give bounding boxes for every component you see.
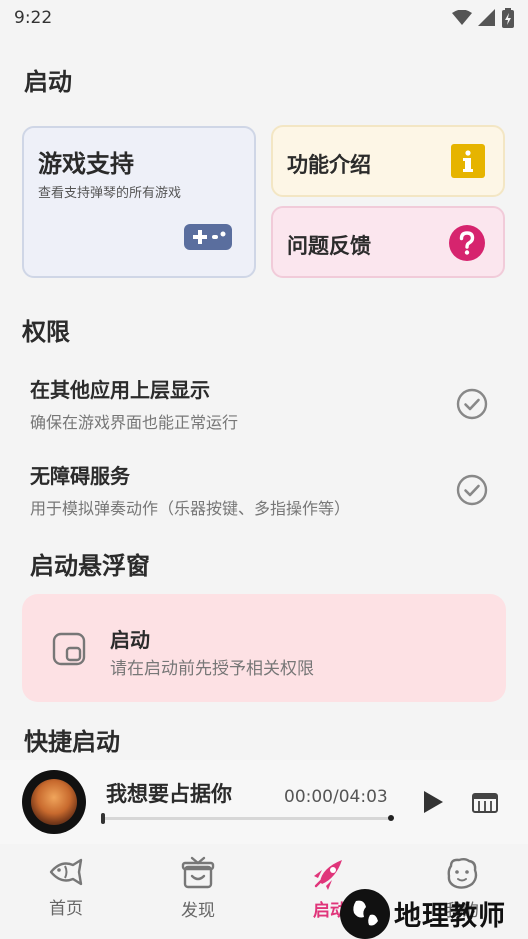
section-title-permissions: 权限 — [22, 318, 70, 346]
section-title-floating: 启动悬浮窗 — [30, 552, 150, 580]
progress-end-dot — [388, 815, 394, 821]
feedback-card[interactable]: 问题反馈 — [271, 206, 505, 278]
check-circle-icon — [456, 388, 488, 420]
permission-overlay-title: 在其他应用上层显示 — [30, 378, 210, 402]
battery-icon — [502, 8, 514, 28]
mini-player: 我想要占据你 00:00/04:03 — [0, 760, 528, 844]
progress-track — [102, 817, 390, 820]
album-art-image — [31, 779, 77, 825]
nav-item-home[interactable]: 首页 — [26, 856, 106, 919]
permission-overlay-desc: 确保在游戏界面也能正常运行 — [30, 413, 239, 432]
signal-icon — [478, 9, 495, 26]
question-icon — [449, 225, 485, 261]
floating-launch-card[interactable]: 启动 请在启动前先授予相关权限 — [22, 594, 506, 702]
piano-keyboard-icon[interactable] — [472, 792, 498, 814]
feature-intro-card[interactable]: 功能介绍 — [271, 125, 505, 197]
status-time: 9:22 — [14, 8, 53, 28]
feedback-label: 问题反馈 — [287, 234, 371, 258]
status-bar: 9:22 — [0, 0, 528, 36]
gamepad-icon — [184, 224, 232, 250]
nav-label-discover: 发现 — [181, 901, 215, 921]
play-icon[interactable] — [422, 790, 444, 814]
permission-accessibility-title: 无障碍服务 — [30, 464, 130, 488]
nav-item-discover[interactable]: 发现 — [158, 856, 238, 921]
wifi-icon — [452, 10, 472, 25]
song-title: 我想要占据你 — [106, 782, 232, 806]
rocket-icon — [314, 860, 342, 890]
gift-box-icon — [181, 856, 215, 889]
progress-start-handle[interactable] — [101, 813, 105, 824]
nav-label-home: 首页 — [49, 899, 83, 919]
permission-overlay-row[interactable]: 在其他应用上层显示 确保在游戏界面也能正常运行 — [30, 374, 500, 434]
info-icon — [451, 144, 485, 178]
section-title-quick-launch: 快捷启动 — [24, 728, 120, 756]
games-support-subtitle: 查看支持弹琴的所有游戏 — [38, 186, 182, 201]
permission-accessibility-desc: 用于模拟弹奏动作（乐器按键、多指操作等） — [30, 499, 351, 518]
fish-icon — [49, 858, 83, 886]
floating-window-icon — [52, 632, 86, 666]
games-support-title: 游戏支持 — [38, 150, 134, 178]
section-title-launch: 启动 — [24, 68, 72, 96]
check-circle-icon — [456, 474, 488, 506]
progress-bar[interactable] — [101, 813, 394, 824]
watermark-text: 地理教师 — [394, 901, 506, 932]
feature-intro-label: 功能介绍 — [287, 153, 371, 177]
games-support-card[interactable]: 游戏支持 查看支持弹琴的所有游戏 — [22, 126, 256, 278]
floating-launch-title: 启动 — [110, 628, 150, 652]
permission-accessibility-row[interactable]: 无障碍服务 用于模拟弹奏动作（乐器按键、多指操作等） — [30, 460, 500, 520]
watermark: 地理教师 — [340, 888, 528, 939]
album-art[interactable] — [22, 770, 86, 834]
floating-launch-desc: 请在启动前先授予相关权限 — [110, 659, 314, 679]
globe-logo-icon — [340, 888, 390, 939]
face-icon — [447, 858, 478, 889]
status-icons — [452, 8, 514, 28]
song-time: 00:00/04:03 — [284, 787, 388, 807]
